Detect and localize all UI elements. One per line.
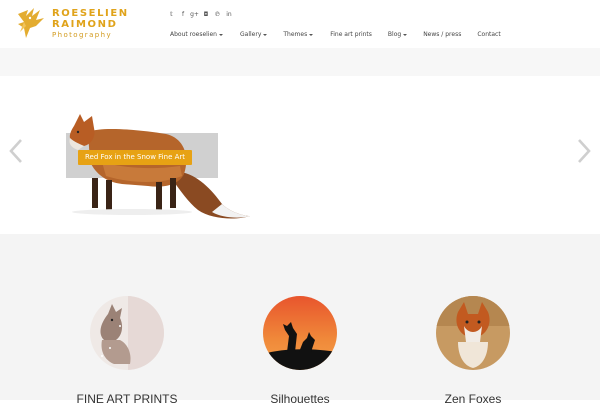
nav-item-label: Blog	[387, 31, 402, 38]
nav-item-fine-art-prints[interactable]: Fine art prints	[330, 30, 372, 40]
caret-down-icon	[309, 34, 314, 36]
card-image-silhouettes[interactable]	[263, 296, 337, 370]
card-title-fine-art-prints[interactable]: FINE ART PRINTS	[57, 392, 197, 406]
social-links: 𝕥 f g+ ◘ ℗ in	[166, 11, 235, 19]
header-band	[0, 48, 600, 76]
main-nav: About roeselien Gallery Themes Fine art …	[170, 30, 501, 40]
twitter-icon[interactable]: 𝕥	[166, 11, 177, 19]
chevron-right-icon[interactable]	[576, 138, 592, 164]
nav-item-gallery[interactable]: Gallery	[240, 30, 268, 40]
nav-item-label: Gallery	[240, 31, 262, 38]
nav-item-label: About roeselien	[170, 31, 217, 38]
nav-item-label: Themes	[283, 31, 308, 38]
caret-down-icon	[219, 34, 223, 36]
nav-item-about[interactable]: About roeselien	[170, 30, 223, 40]
nav-item-label: News / press	[423, 31, 462, 38]
zen-fox-image	[436, 296, 510, 370]
card-title-zen-foxes[interactable]: Zen Foxes	[403, 392, 543, 406]
deer-silhouette-image	[263, 296, 337, 370]
facebook-icon[interactable]: f	[178, 11, 189, 19]
instagram-icon[interactable]: ◘	[201, 11, 212, 19]
pinterest-icon[interactable]: ℗	[212, 11, 223, 19]
nav-item-blog[interactable]: Blog	[387, 30, 408, 40]
site-logo[interactable]: ROESELIEN RAIMOND Photography	[14, 4, 127, 44]
logo-line-1: ROESELIEN	[52, 8, 129, 19]
logo-text: ROESELIEN RAIMOND Photography	[52, 8, 129, 40]
logo-line-3: Photography	[52, 31, 113, 39]
card-image-fine-art-prints[interactable]	[90, 296, 164, 370]
nav-item-label: Contact	[477, 31, 501, 38]
bird-logo-icon	[18, 8, 44, 38]
slide-caption-button[interactable]: Red Fox in the Snow Fine Art	[78, 150, 193, 165]
featured-section: FINE ART PRINTS Silhouettes Zen Foxes	[0, 234, 600, 406]
caret-down-icon	[263, 34, 268, 36]
site-header: ROESELIEN RAIMOND Photography 𝕥 f g+ ◘ ℗…	[0, 0, 600, 48]
card-title-silhouettes[interactable]: Silhouettes	[230, 392, 370, 406]
hero-slider: Red Fox in the Snow Fine Art	[0, 76, 600, 234]
nav-item-news-press[interactable]: News / press	[423, 30, 461, 40]
linkedin-icon[interactable]: in	[224, 11, 235, 19]
chevron-left-icon[interactable]	[8, 138, 24, 164]
snow-fox-image	[90, 296, 164, 370]
google-plus-icon[interactable]: g+	[189, 11, 200, 19]
nav-item-themes[interactable]: Themes	[283, 30, 314, 40]
logo-line-2: RAIMOND	[52, 19, 118, 30]
nav-item-label: Fine art prints	[330, 31, 372, 38]
fox-photo	[69, 114, 250, 219]
nav-item-contact[interactable]: Contact	[477, 30, 500, 40]
caret-down-icon	[403, 34, 408, 36]
card-image-zen-foxes[interactable]	[436, 296, 510, 370]
